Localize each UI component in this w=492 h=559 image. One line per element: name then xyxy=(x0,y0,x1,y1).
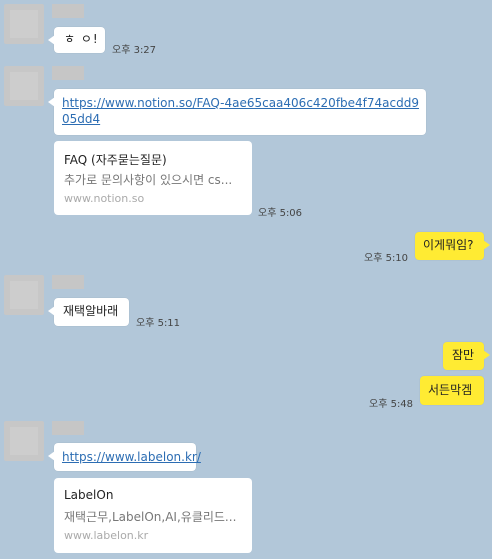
card-description: 추가로 문의사항이 있으시면 cs... xyxy=(64,173,233,187)
message-time: 오후 3:27 xyxy=(112,45,157,56)
card-title: LabelOn xyxy=(64,488,114,502)
card-host: www.notion.so xyxy=(64,192,145,205)
card-description: 재택근무,LabelOn,AI,유클리드... xyxy=(64,510,237,524)
notion-faq-link[interactable]: https://www.notion.so/FAQ-4ae65caa406c42… xyxy=(62,95,420,127)
sender-name xyxy=(52,66,84,80)
message-bubble[interactable]: ㅎ ㅇ! xyxy=(48,27,105,53)
message-time: 오후 5:06 xyxy=(258,208,303,219)
message-text: ㅎ ㅇ! xyxy=(64,32,99,46)
link-message-bubble[interactable]: https://www.labelon.kr/ xyxy=(48,443,201,471)
message-time: 오후 5:11 xyxy=(136,318,181,329)
message-time: 오후 5:48 xyxy=(369,399,414,410)
message-text: 이게뭐임? xyxy=(423,238,474,252)
avatar[interactable] xyxy=(4,275,44,315)
my-message-bubble[interactable]: 이게뭐임? xyxy=(415,232,490,260)
link-preview-card[interactable]: FAQ (자주묻는질문) 추가로 문의사항이 있으시면 cs... www.no… xyxy=(54,141,252,215)
my-message-bubble[interactable]: 잠만 xyxy=(443,342,490,370)
message-time: 오후 5:10 xyxy=(364,253,409,264)
avatar[interactable] xyxy=(4,66,44,106)
sender-name xyxy=(52,421,84,435)
avatar[interactable] xyxy=(4,4,44,44)
link-message-bubble[interactable]: https://www.notion.so/FAQ-4ae65caa406c42… xyxy=(48,89,426,135)
avatar[interactable] xyxy=(4,421,44,461)
sender-name xyxy=(52,4,84,18)
message-text: 서든막겜 xyxy=(428,383,473,397)
message-text: 재택알바래 xyxy=(63,304,119,318)
labelon-link[interactable]: https://www.labelon.kr/ xyxy=(62,449,201,465)
sender-name xyxy=(52,275,84,289)
message-bubble[interactable]: 재택알바래 xyxy=(48,298,129,326)
card-host: www.labelon.kr xyxy=(64,529,149,542)
card-title: FAQ (자주묻는질문) xyxy=(64,153,167,167)
my-message-bubble[interactable]: 서든막겜 xyxy=(420,376,484,405)
message-text: 잠만 xyxy=(452,348,475,362)
chat-log: ㅎ ㅇ! 오후 3:27 https://www.notion.so/FAQ-4… xyxy=(0,0,492,559)
link-preview-card[interactable]: LabelOn 재택근무,LabelOn,AI,유클리드... www.labe… xyxy=(54,478,252,553)
